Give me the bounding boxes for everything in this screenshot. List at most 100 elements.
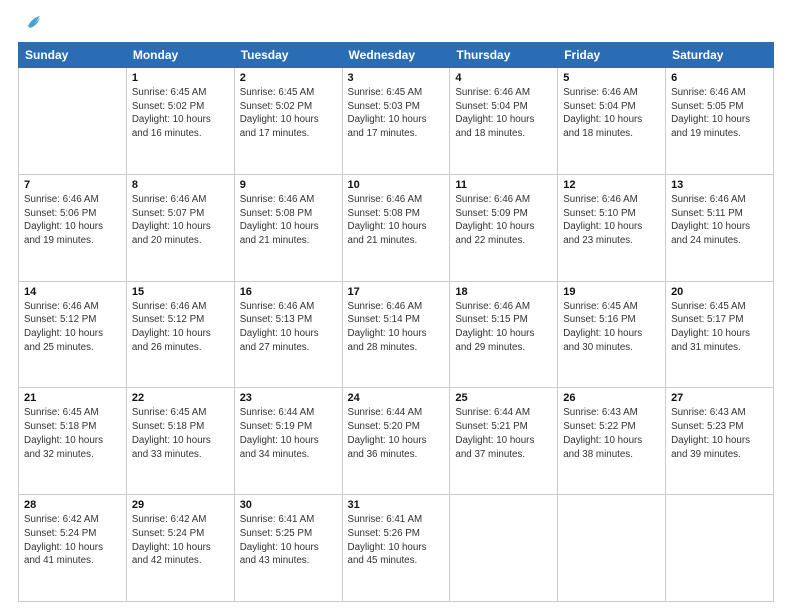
- day-info: Sunrise: 6:46 AMSunset: 5:06 PMDaylight:…: [24, 193, 121, 248]
- table-row: 28 Sunrise: 6:42 AMSunset: 5:24 PMDaylig…: [19, 495, 127, 602]
- day-number: 27: [671, 392, 768, 404]
- day-number: 31: [348, 499, 445, 511]
- day-number: 3: [348, 72, 445, 84]
- col-friday: Friday: [558, 43, 666, 68]
- table-row: 7 Sunrise: 6:46 AMSunset: 5:06 PMDayligh…: [19, 174, 127, 281]
- day-number: 23: [240, 392, 337, 404]
- table-row: 12 Sunrise: 6:46 AMSunset: 5:10 PMDaylig…: [558, 174, 666, 281]
- day-number: 9: [240, 179, 337, 191]
- day-info: Sunrise: 6:41 AMSunset: 5:26 PMDaylight:…: [348, 513, 445, 568]
- table-row: 5 Sunrise: 6:46 AMSunset: 5:04 PMDayligh…: [558, 68, 666, 175]
- day-info: Sunrise: 6:44 AMSunset: 5:20 PMDaylight:…: [348, 406, 445, 461]
- table-row: 2 Sunrise: 6:45 AMSunset: 5:02 PMDayligh…: [234, 68, 342, 175]
- table-row: 29 Sunrise: 6:42 AMSunset: 5:24 PMDaylig…: [126, 495, 234, 602]
- table-row: 14 Sunrise: 6:46 AMSunset: 5:12 PMDaylig…: [19, 281, 127, 388]
- table-row: 20 Sunrise: 6:45 AMSunset: 5:17 PMDaylig…: [666, 281, 774, 388]
- page: Sunday Monday Tuesday Wednesday Thursday…: [0, 0, 792, 612]
- table-row: 11 Sunrise: 6:46 AMSunset: 5:09 PMDaylig…: [450, 174, 558, 281]
- col-thursday: Thursday: [450, 43, 558, 68]
- calendar-week-row: 28 Sunrise: 6:42 AMSunset: 5:24 PMDaylig…: [19, 495, 774, 602]
- table-row: [450, 495, 558, 602]
- col-sunday: Sunday: [19, 43, 127, 68]
- table-row: 23 Sunrise: 6:44 AMSunset: 5:19 PMDaylig…: [234, 388, 342, 495]
- day-info: Sunrise: 6:46 AMSunset: 5:08 PMDaylight:…: [240, 193, 337, 248]
- day-info: Sunrise: 6:46 AMSunset: 5:13 PMDaylight:…: [240, 300, 337, 355]
- day-number: 10: [348, 179, 445, 191]
- header: [18, 16, 774, 34]
- day-info: Sunrise: 6:44 AMSunset: 5:21 PMDaylight:…: [455, 406, 552, 461]
- day-info: Sunrise: 6:46 AMSunset: 5:10 PMDaylight:…: [563, 193, 660, 248]
- table-row: 3 Sunrise: 6:45 AMSunset: 5:03 PMDayligh…: [342, 68, 450, 175]
- day-number: 15: [132, 286, 229, 298]
- day-info: Sunrise: 6:45 AMSunset: 5:16 PMDaylight:…: [563, 300, 660, 355]
- col-wednesday: Wednesday: [342, 43, 450, 68]
- day-number: 11: [455, 179, 552, 191]
- day-number: 22: [132, 392, 229, 404]
- day-info: Sunrise: 6:44 AMSunset: 5:19 PMDaylight:…: [240, 406, 337, 461]
- day-number: 18: [455, 286, 552, 298]
- table-row: 8 Sunrise: 6:46 AMSunset: 5:07 PMDayligh…: [126, 174, 234, 281]
- day-number: 16: [240, 286, 337, 298]
- table-row: 18 Sunrise: 6:46 AMSunset: 5:15 PMDaylig…: [450, 281, 558, 388]
- day-info: Sunrise: 6:46 AMSunset: 5:04 PMDaylight:…: [455, 86, 552, 141]
- table-row: 15 Sunrise: 6:46 AMSunset: 5:12 PMDaylig…: [126, 281, 234, 388]
- day-info: Sunrise: 6:42 AMSunset: 5:24 PMDaylight:…: [132, 513, 229, 568]
- table-row: 13 Sunrise: 6:46 AMSunset: 5:11 PMDaylig…: [666, 174, 774, 281]
- logo: [18, 16, 42, 34]
- calendar-week-row: 7 Sunrise: 6:46 AMSunset: 5:06 PMDayligh…: [19, 174, 774, 281]
- day-number: 12: [563, 179, 660, 191]
- calendar-week-row: 1 Sunrise: 6:45 AMSunset: 5:02 PMDayligh…: [19, 68, 774, 175]
- day-info: Sunrise: 6:45 AMSunset: 5:18 PMDaylight:…: [24, 406, 121, 461]
- table-row: 27 Sunrise: 6:43 AMSunset: 5:23 PMDaylig…: [666, 388, 774, 495]
- day-number: 14: [24, 286, 121, 298]
- table-row: 17 Sunrise: 6:46 AMSunset: 5:14 PMDaylig…: [342, 281, 450, 388]
- day-info: Sunrise: 6:46 AMSunset: 5:05 PMDaylight:…: [671, 86, 768, 141]
- table-row: [666, 495, 774, 602]
- day-number: 2: [240, 72, 337, 84]
- day-info: Sunrise: 6:42 AMSunset: 5:24 PMDaylight:…: [24, 513, 121, 568]
- day-number: 7: [24, 179, 121, 191]
- calendar-week-row: 21 Sunrise: 6:45 AMSunset: 5:18 PMDaylig…: [19, 388, 774, 495]
- table-row: 4 Sunrise: 6:46 AMSunset: 5:04 PMDayligh…: [450, 68, 558, 175]
- day-info: Sunrise: 6:45 AMSunset: 5:02 PMDaylight:…: [132, 86, 229, 141]
- col-tuesday: Tuesday: [234, 43, 342, 68]
- calendar-table: Sunday Monday Tuesday Wednesday Thursday…: [18, 42, 774, 602]
- table-row: 22 Sunrise: 6:45 AMSunset: 5:18 PMDaylig…: [126, 388, 234, 495]
- day-info: Sunrise: 6:46 AMSunset: 5:14 PMDaylight:…: [348, 300, 445, 355]
- table-row: 10 Sunrise: 6:46 AMSunset: 5:08 PMDaylig…: [342, 174, 450, 281]
- col-saturday: Saturday: [666, 43, 774, 68]
- day-number: 21: [24, 392, 121, 404]
- day-number: 8: [132, 179, 229, 191]
- day-info: Sunrise: 6:46 AMSunset: 5:15 PMDaylight:…: [455, 300, 552, 355]
- table-row: 25 Sunrise: 6:44 AMSunset: 5:21 PMDaylig…: [450, 388, 558, 495]
- day-info: Sunrise: 6:46 AMSunset: 5:11 PMDaylight:…: [671, 193, 768, 248]
- day-number: 24: [348, 392, 445, 404]
- calendar-header-row: Sunday Monday Tuesday Wednesday Thursday…: [19, 43, 774, 68]
- day-info: Sunrise: 6:46 AMSunset: 5:12 PMDaylight:…: [24, 300, 121, 355]
- day-number: 19: [563, 286, 660, 298]
- day-number: 25: [455, 392, 552, 404]
- calendar-week-row: 14 Sunrise: 6:46 AMSunset: 5:12 PMDaylig…: [19, 281, 774, 388]
- day-number: 20: [671, 286, 768, 298]
- table-row: [558, 495, 666, 602]
- day-info: Sunrise: 6:41 AMSunset: 5:25 PMDaylight:…: [240, 513, 337, 568]
- day-info: Sunrise: 6:46 AMSunset: 5:08 PMDaylight:…: [348, 193, 445, 248]
- table-row: 26 Sunrise: 6:43 AMSunset: 5:22 PMDaylig…: [558, 388, 666, 495]
- day-info: Sunrise: 6:46 AMSunset: 5:09 PMDaylight:…: [455, 193, 552, 248]
- day-number: 6: [671, 72, 768, 84]
- day-number: 4: [455, 72, 552, 84]
- day-number: 13: [671, 179, 768, 191]
- table-row: 9 Sunrise: 6:46 AMSunset: 5:08 PMDayligh…: [234, 174, 342, 281]
- day-info: Sunrise: 6:45 AMSunset: 5:03 PMDaylight:…: [348, 86, 445, 141]
- day-info: Sunrise: 6:46 AMSunset: 5:04 PMDaylight:…: [563, 86, 660, 141]
- day-number: 1: [132, 72, 229, 84]
- logo-bird-icon: [20, 12, 42, 34]
- day-number: 17: [348, 286, 445, 298]
- day-info: Sunrise: 6:43 AMSunset: 5:23 PMDaylight:…: [671, 406, 768, 461]
- table-row: 30 Sunrise: 6:41 AMSunset: 5:25 PMDaylig…: [234, 495, 342, 602]
- day-number: 26: [563, 392, 660, 404]
- day-info: Sunrise: 6:46 AMSunset: 5:07 PMDaylight:…: [132, 193, 229, 248]
- table-row: 21 Sunrise: 6:45 AMSunset: 5:18 PMDaylig…: [19, 388, 127, 495]
- day-number: 28: [24, 499, 121, 511]
- table-row: 1 Sunrise: 6:45 AMSunset: 5:02 PMDayligh…: [126, 68, 234, 175]
